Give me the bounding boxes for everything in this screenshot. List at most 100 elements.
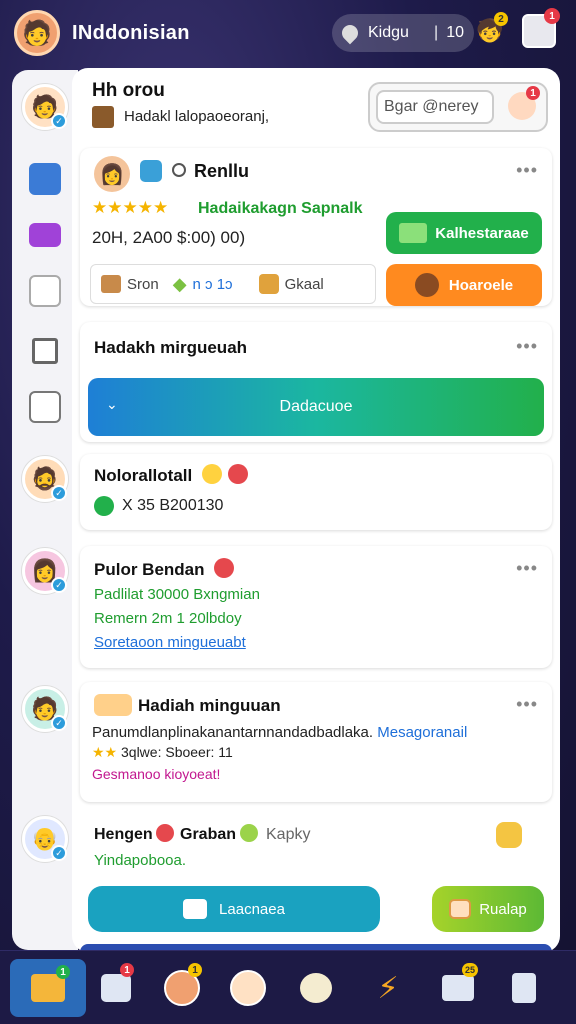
search-separator: | bbox=[434, 24, 439, 41]
nav-profile[interactable] bbox=[218, 959, 278, 1017]
reward-title: Nolorallotall bbox=[94, 466, 193, 485]
nav-shop[interactable]: 25 bbox=[428, 959, 488, 1017]
rating-text: Hadaikakagn Sapnalk bbox=[198, 200, 363, 217]
gift-icon bbox=[94, 694, 132, 716]
calendar-icon bbox=[29, 391, 61, 423]
money-icon bbox=[399, 223, 428, 243]
heart-box-icon bbox=[449, 899, 472, 919]
sidebar-avatar-1[interactable]: 🧑 ✓ bbox=[22, 84, 68, 130]
more-options-icon[interactable]: ••• bbox=[516, 694, 538, 715]
sidebar-item-home[interactable] bbox=[22, 156, 68, 202]
more-options-icon[interactable]: ••• bbox=[516, 160, 538, 181]
bottom-nav: 1 1 1 ⚡ 25 bbox=[0, 950, 576, 1024]
friend-card-1: Pulor Bendan ••• Padlilat 30000 Bxngmian… bbox=[80, 546, 552, 668]
more-options-icon[interactable]: ••• bbox=[516, 558, 538, 579]
friend-2-line-3: Gesmanoo kioyoeat! bbox=[92, 766, 221, 782]
thumbs-up-icon bbox=[183, 899, 208, 919]
friend-2-line-1: Panumdlanplinakanantarnnandadbadlaka. Me… bbox=[92, 724, 467, 741]
friend-3-title-b: Graban bbox=[180, 826, 237, 843]
reward-value: X 35 B200130 bbox=[122, 497, 224, 514]
friend-3-primary-label: Laacnaea bbox=[219, 900, 285, 918]
friend-2-line-1-link[interactable]: Mesagoranail bbox=[377, 724, 467, 741]
header-search[interactable]: Bgar @nerey 1 bbox=[368, 82, 548, 132]
home-badge: 1 bbox=[56, 965, 70, 979]
friend-3-secondary-label: Rualap bbox=[479, 900, 527, 918]
friend-2-title: Hadiah minguuan bbox=[138, 696, 281, 715]
nav-friends[interactable]: 1 bbox=[152, 959, 212, 1017]
profile-avatar-icon bbox=[230, 970, 266, 1006]
weekly-card: Hadakh mirgueuah ••• ⌄ Dadacuoe bbox=[80, 322, 552, 442]
chest-icon bbox=[258, 274, 279, 294]
sidebar-item-messages[interactable] bbox=[22, 212, 68, 258]
main-panel: Hh orou Hadakl lalopaoeoranj, Bgar @nere… bbox=[72, 68, 560, 952]
friend-2-line-1-text: Panumdlanplinakanantarnnandadbadlaka. bbox=[92, 724, 374, 741]
sidebar-avatar-4[interactable]: 🧑 ✓ bbox=[22, 686, 68, 732]
verified-icon: ✓ bbox=[51, 845, 67, 861]
weekly-title: Hadakh mirgueuah bbox=[94, 338, 248, 357]
nav-chat[interactable] bbox=[286, 959, 346, 1017]
friend-3-title-a: Hengen bbox=[94, 826, 153, 843]
sidebar-avatar-2[interactable]: 🧔 ✓ bbox=[22, 456, 68, 502]
ball-icon bbox=[240, 824, 258, 842]
main-header: Hh orou Hadakl lalopaoeoranj, Bgar @nere… bbox=[72, 68, 560, 144]
hand-icon bbox=[496, 822, 522, 848]
coin-avatar-icon[interactable]: 🧒 2 bbox=[476, 12, 508, 44]
inbox-icon[interactable]: 1 bbox=[522, 8, 560, 48]
chat-icon bbox=[140, 160, 162, 182]
friend-2-line-2-text: 3qlwe: Sboeer: 11 bbox=[121, 744, 233, 760]
sidebar-item-calendar[interactable] bbox=[22, 384, 68, 430]
shop-badge: 25 bbox=[462, 963, 478, 977]
sidebar-avatar-3[interactable]: 👩 ✓ bbox=[22, 548, 68, 594]
profile-avatar[interactable]: 👩 bbox=[94, 156, 130, 192]
chip-label-3: Gkaal bbox=[284, 275, 324, 293]
sidebar-item-tags[interactable] bbox=[22, 268, 68, 314]
profile-icon[interactable]: 1 bbox=[508, 86, 540, 120]
primary-action-button[interactable]: Kalhestaraae bbox=[386, 212, 542, 254]
friend-3-primary-button[interactable]: Laacnaea bbox=[88, 886, 380, 932]
message-icon bbox=[101, 974, 131, 1002]
star-rating-icon: ★★★★★ bbox=[92, 198, 169, 217]
location-search[interactable]: Kidgu | 10 bbox=[332, 14, 474, 52]
weekly-dropdown[interactable]: ⌄ Dadacuoe bbox=[88, 378, 544, 436]
sidebar: 🧑 ✓ 🧔 ✓ 👩 ✓ 🧑 ✓ 👴 ✓ bbox=[12, 70, 78, 950]
verified-icon: ✓ bbox=[51, 715, 67, 731]
more-options-icon[interactable]: ••• bbox=[516, 336, 538, 357]
verified-icon: ✓ bbox=[51, 485, 67, 501]
sidebar-avatar-5[interactable]: 👴 ✓ bbox=[22, 816, 68, 862]
nav-settings[interactable] bbox=[494, 959, 554, 1017]
square-icon bbox=[32, 338, 58, 364]
shop-icon bbox=[442, 975, 474, 1001]
profile-name: Renllu bbox=[194, 161, 250, 181]
sidebar-item-square[interactable] bbox=[22, 328, 68, 374]
book-icon bbox=[92, 106, 114, 128]
friend-card-2: Hadiah minguuan ••• Panumdlanplinakanant… bbox=[80, 682, 552, 802]
tag-icon bbox=[29, 275, 61, 307]
friends-badge: 1 bbox=[188, 963, 202, 977]
profile-badge: 1 bbox=[526, 86, 540, 100]
nav-boost[interactable]: ⚡ bbox=[358, 959, 418, 1017]
friend-3-secondary-button[interactable]: Rualap bbox=[432, 886, 544, 932]
inbox-badge: 1 bbox=[544, 8, 560, 24]
mail-icon bbox=[29, 223, 61, 247]
friend-1-link[interactable]: Soretaoon mingueuabt bbox=[94, 634, 246, 651]
reward-card: Nolorallotall X 35 B200130 bbox=[80, 454, 552, 530]
coin-badge: 2 bbox=[494, 12, 508, 26]
profile-card: 👩 Renllu ••• ★★★★★ Hadaikakagn Sapnalk 2… bbox=[80, 148, 552, 306]
user-avatar[interactable]: 🧑 bbox=[14, 10, 60, 56]
primary-action-label: Kalhestaraae bbox=[435, 224, 529, 242]
box-icon bbox=[101, 275, 121, 293]
friend-card-3: Hengen Graban Kapky Yindapobooa. Laacnae… bbox=[80, 812, 552, 952]
heart-icon bbox=[228, 464, 248, 484]
friend-1-line-1: Padlilat 30000 Bxngmian bbox=[94, 586, 260, 603]
heart-icon bbox=[214, 558, 234, 578]
secondary-action-button[interactable]: Hoaroele bbox=[386, 264, 542, 306]
device-icon bbox=[512, 973, 536, 1003]
search-input[interactable]: Bgar @nerey bbox=[376, 90, 494, 124]
friend-1-line-2: Remern 2m 1 20lbdoy bbox=[94, 610, 242, 627]
location-pin-icon bbox=[338, 21, 362, 45]
verified-icon: ✓ bbox=[51, 577, 67, 593]
nav-messages[interactable]: 1 bbox=[86, 959, 146, 1017]
friend-1-title: Pulor Bendan bbox=[94, 560, 205, 579]
page-subtitle: Hadakl lalopaoeoranj, bbox=[124, 108, 270, 125]
nav-home[interactable]: 1 bbox=[10, 959, 86, 1017]
